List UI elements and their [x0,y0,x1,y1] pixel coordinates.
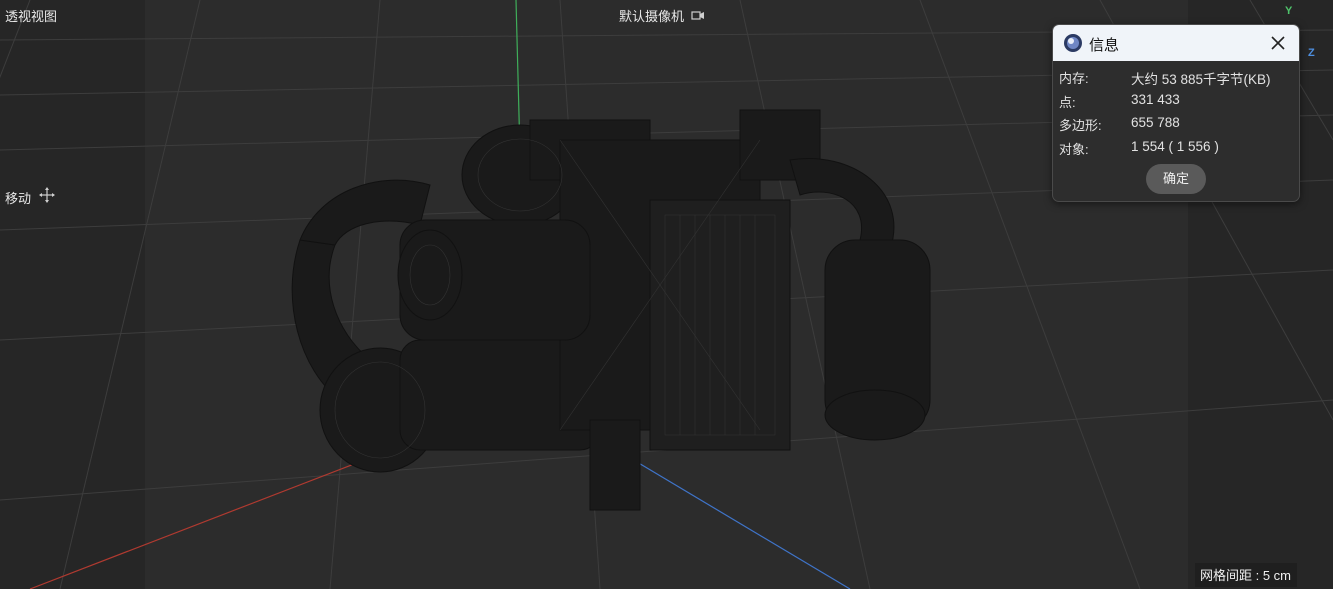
camera-icon[interactable] [691,9,705,24]
close-icon[interactable] [1267,32,1289,54]
memory-label: 内存: [1059,71,1089,86]
camera-selector[interactable]: 默认摄像机 [619,6,705,25]
dialog-title: 信息 [1089,37,1120,54]
mode-label: 移动 [5,191,32,206]
objects-label: 对象: [1059,142,1089,157]
view-name[interactable]: 透视视图 [5,6,57,25]
points-value: 331 433 [1131,92,1180,107]
camera-name: 默认摄像机 [619,9,685,24]
cinema4d-logo-icon [1063,33,1083,53]
ok-button[interactable]: 确定 [1146,164,1206,194]
info-dialog[interactable]: 信息 内存: 大约 53 885千字节(KB) 点: 331 433 多边形: … [1052,24,1300,202]
move-icon [38,187,55,206]
move-tool-indicator: 移动 [5,187,55,207]
grid-spacing-readout: 网格间距 : 5 cm [1195,563,1298,587]
axis-y-label: Y [1285,5,1293,17]
polygons-label: 多边形: [1059,118,1102,133]
objects-value: 1 554 ( 1 556 ) [1131,139,1219,154]
dialog-title-bar[interactable]: 信息 [1053,25,1299,61]
points-label: 点: [1059,95,1076,110]
polygons-value: 655 788 [1131,115,1180,130]
memory-value: 大约 53 885千字节(KB) [1131,72,1271,87]
axis-z-label: Z [1308,47,1315,59]
